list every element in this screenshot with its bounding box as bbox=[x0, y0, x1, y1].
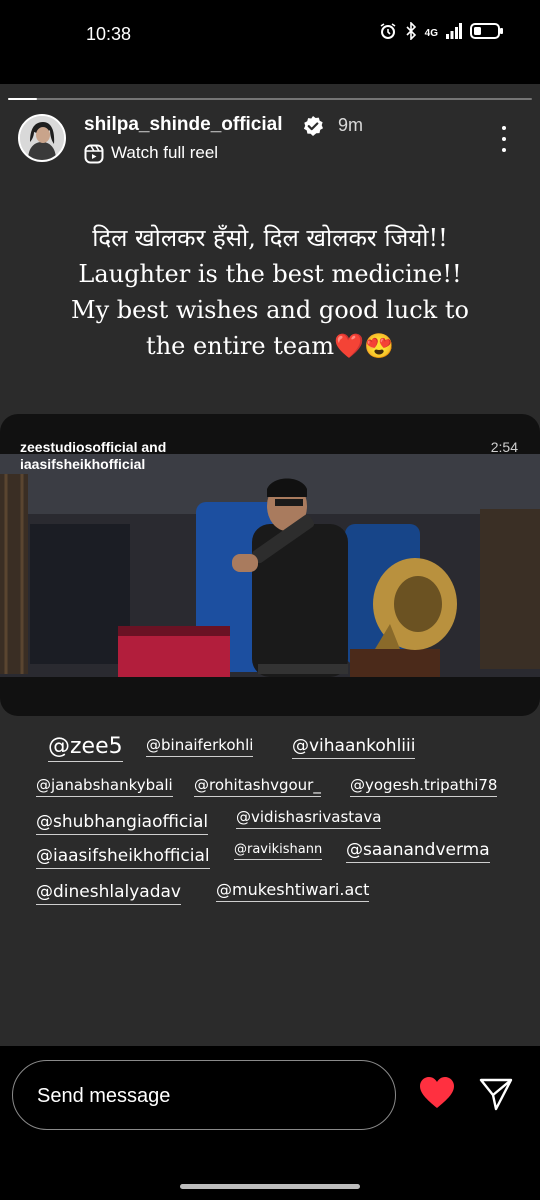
send-direct-icon[interactable] bbox=[478, 1076, 514, 1117]
reel-title: zeestudiosofficial and iaasifsheikhoffic… bbox=[20, 439, 166, 473]
post-time: 9m bbox=[338, 115, 364, 135]
alarm-icon bbox=[379, 22, 397, 45]
send-message-placeholder: Send message bbox=[37, 1085, 171, 1107]
mention-sticker[interactable]: @ravikishann bbox=[234, 842, 323, 860]
status-bar: 10:38 4G bbox=[0, 0, 540, 60]
mention-sticker[interactable]: @vidishasrivastava bbox=[236, 808, 382, 829]
network-type: 4G bbox=[424, 28, 438, 39]
mention-sticker[interactable]: @saanandverma bbox=[346, 840, 490, 863]
reel-duration: 2:54 bbox=[490, 439, 518, 455]
reel-icon[interactable] bbox=[84, 144, 104, 169]
shared-reel-card[interactable]: zeestudiosofficial and iaasifsheikhoffic… bbox=[0, 414, 540, 716]
avatar[interactable] bbox=[18, 114, 66, 162]
status-time: 10:38 bbox=[86, 24, 132, 44]
home-indicator[interactable] bbox=[180, 1184, 360, 1189]
story-viewer[interactable]: shilpa_shinde_official 9m Watch full ree… bbox=[0, 84, 540, 1046]
reel-title-line2: iaasifsheikhofficial bbox=[20, 456, 146, 472]
mention-sticker[interactable]: @binaiferkohli bbox=[146, 736, 254, 757]
story-caption: दिल खोलकर हँसो, दिल खोलकर जियो!! Laughte… bbox=[71, 224, 469, 360]
battery-icon bbox=[470, 22, 504, 45]
mention-sticker[interactable]: @zee5 bbox=[48, 734, 123, 762]
heart-icon[interactable] bbox=[418, 1076, 456, 1115]
bluetooth-icon bbox=[405, 21, 417, 45]
story-reply-bar: Send message bbox=[0, 1046, 540, 1200]
mention-sticker[interactable]: @dineshlalyadav bbox=[36, 882, 181, 905]
mention-sticker[interactable]: @yogesh.tripathi78 bbox=[350, 776, 498, 797]
watch-full-reel-link[interactable]: Watch full reel bbox=[111, 143, 218, 163]
verified-badge-icon bbox=[302, 115, 324, 142]
mention-sticker[interactable]: @janabshankybali bbox=[36, 776, 173, 797]
story-progress-fill bbox=[8, 98, 37, 100]
send-message-input[interactable]: Send message bbox=[12, 1060, 396, 1130]
mention-sticker[interactable]: @vihaankohliii bbox=[292, 736, 416, 759]
signal-icon bbox=[446, 23, 462, 44]
more-options-icon[interactable] bbox=[494, 126, 514, 152]
mention-sticker[interactable]: @rohitashvgour_ bbox=[194, 776, 321, 797]
story-progress-bar bbox=[8, 98, 532, 100]
mention-sticker[interactable]: @mukeshtiwari.act bbox=[216, 880, 370, 902]
reel-thumbnail bbox=[0, 454, 540, 677]
mention-sticker[interactable]: @iaasifsheikhofficial bbox=[36, 846, 210, 869]
status-icons: 4G bbox=[379, 21, 504, 45]
reel-title-line1: zeestudiosofficial and bbox=[20, 439, 167, 455]
username[interactable]: shilpa_shinde_official bbox=[84, 114, 283, 136]
mention-stickers: @zee5 @binaiferkohli @vihaankohliii @jan… bbox=[0, 734, 540, 924]
mention-sticker[interactable]: @shubhangiaofficial bbox=[36, 812, 209, 835]
